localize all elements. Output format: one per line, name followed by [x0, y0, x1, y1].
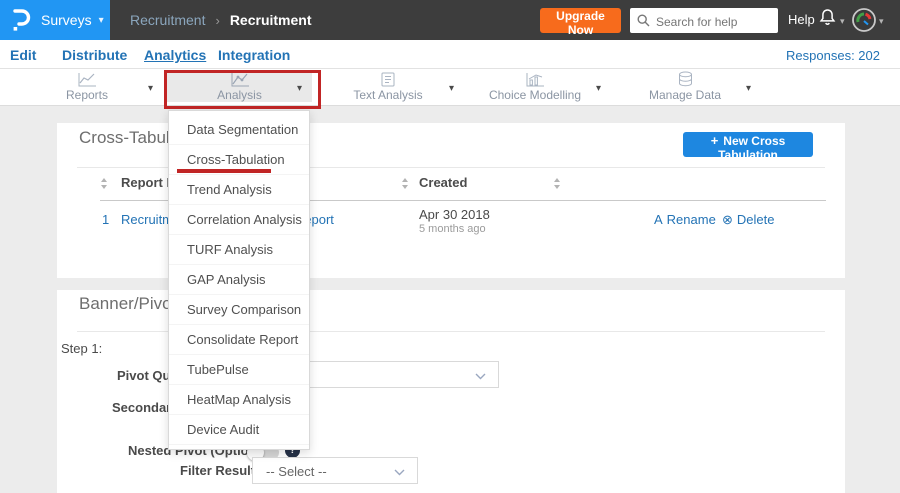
upgrade-now-button[interactable]: Upgrade Now	[540, 8, 621, 37]
avatar[interactable]: ▾	[851, 7, 884, 38]
menu-item-heatmap-analysis[interactable]: HeatMap Analysis	[169, 385, 309, 415]
help-search-box	[630, 8, 778, 35]
tab-distribute[interactable]: Distribute	[62, 47, 127, 63]
text-analysis-doc-icon	[381, 72, 395, 86]
avatar-gauge-icon	[852, 8, 876, 32]
chevron-down-icon: ▾	[449, 83, 455, 94]
chevron-down-icon: ▾	[297, 83, 303, 94]
analytics-toolbar: Reports ▾ Analysis ▾ Text Analysis ▾ Cho…	[0, 69, 900, 106]
menu-item-tubepulse[interactable]: TubePulse	[169, 355, 309, 385]
surveys-product-menu[interactable]: Surveys ▾	[0, 0, 110, 40]
plus-icon: +	[710, 133, 719, 148]
menu-item-consolidate-report[interactable]: Consolidate Report	[169, 325, 309, 355]
chevron-down-icon: ▾	[596, 83, 602, 94]
menu-item-gap-analysis[interactable]: GAP Analysis	[169, 265, 309, 295]
toolbar-item-analysis[interactable]: Analysis ▾	[167, 71, 312, 102]
created-ago: 5 months ago	[419, 223, 486, 235]
tab-edit[interactable]: Edit	[10, 47, 36, 63]
sort-icon[interactable]	[402, 178, 409, 189]
menu-item-correlation-analysis[interactable]: Correlation Analysis	[169, 205, 309, 235]
menu-item-trend-analysis[interactable]: Trend Analysis	[169, 175, 309, 205]
bell-icon	[819, 9, 836, 25]
menu-item-data-segmentation[interactable]: Data Segmentation	[169, 115, 309, 145]
toolbar-item-reports[interactable]: Reports ▾	[16, 71, 158, 102]
column-header-created[interactable]: Created	[419, 175, 467, 190]
tab-analytics[interactable]: Analytics	[144, 47, 206, 63]
toolbar-item-label: Analysis	[217, 87, 262, 102]
toolbar-item-manage-data[interactable]: Manage Data ▾	[613, 71, 757, 102]
filter-result-label: Filter Result	[180, 463, 256, 478]
menu-item-cross-tabulation[interactable]: Cross-Tabulation	[169, 145, 309, 175]
choice-modelling-chart-icon	[526, 72, 544, 86]
delete-circle-x-icon: ⊗	[722, 212, 733, 227]
toolbar-item-label: Manage Data	[648, 88, 722, 102]
sort-icon[interactable]	[554, 178, 561, 189]
toolbar-item-label: Reports	[65, 87, 109, 102]
help-link[interactable]: Help	[788, 12, 815, 27]
analysis-chart-icon	[231, 72, 249, 86]
top-navbar: Surveys ▾ Recruitment › Recruitment Upgr…	[0, 0, 900, 40]
menu-item-device-audit[interactable]: Device Audit	[169, 415, 309, 445]
select-value: -- Select --	[266, 464, 327, 479]
questionpro-logo-icon	[13, 9, 31, 31]
search-icon	[637, 14, 650, 27]
filter-result-select[interactable]: -- Select --	[252, 457, 418, 484]
rename-button[interactable]: A Rename	[654, 212, 716, 227]
chevron-down-icon: ▾	[746, 83, 752, 94]
breadcrumb-separator-icon: ›	[215, 12, 220, 28]
chevron-down-icon	[394, 469, 405, 476]
rename-a-icon: A	[654, 212, 663, 227]
toolbar-item-choice-modelling[interactable]: Choice Modelling ▾	[463, 71, 607, 102]
notifications-bell-icon[interactable]: ▾	[818, 7, 845, 34]
chevron-down-icon: ▾	[840, 16, 845, 26]
sort-icon[interactable]	[101, 178, 108, 189]
product-switcher-label: Surveys	[41, 12, 92, 28]
created-date: Apr 30 2018	[419, 207, 490, 222]
reports-chart-icon	[78, 72, 96, 86]
row-number: 1	[102, 212, 110, 227]
new-cross-tabulation-button[interactable]: + New Cross Tabulation	[683, 132, 813, 162]
help-search-input[interactable]	[654, 8, 776, 35]
delete-button[interactable]: ⊗ Delete	[722, 212, 774, 228]
breadcrumb: Recruitment › Recruitment	[130, 0, 312, 40]
chevron-down-icon: ▾	[98, 14, 104, 26]
chevron-down-icon: ▾	[148, 83, 154, 94]
responses-count[interactable]: Responses: 202	[786, 48, 880, 63]
analysis-dropdown-menu: Data Segmentation Cross-Tabulation Trend…	[168, 110, 310, 450]
breadcrumb-current-page: Recruitment	[229, 12, 312, 28]
chevron-down-icon: ▾	[879, 16, 884, 26]
toolbar-item-text-analysis[interactable]: Text Analysis ▾	[318, 71, 458, 102]
step-label: Step 1:	[61, 341, 103, 356]
menu-item-turf-analysis[interactable]: TURF Analysis	[169, 235, 309, 265]
menu-item-survey-comparison[interactable]: Survey Comparison	[169, 295, 309, 325]
chevron-down-icon	[475, 373, 486, 380]
tab-integration[interactable]: Integration	[218, 47, 290, 63]
breadcrumb-survey-link[interactable]: Recruitment	[130, 12, 205, 28]
toolbar-item-label: Text Analysis	[353, 87, 423, 102]
database-icon	[678, 71, 692, 87]
toolbar-item-label: Choice Modelling	[488, 87, 582, 102]
survey-tabs-bar: Edit Distribute Analytics Integration Re…	[0, 40, 900, 69]
